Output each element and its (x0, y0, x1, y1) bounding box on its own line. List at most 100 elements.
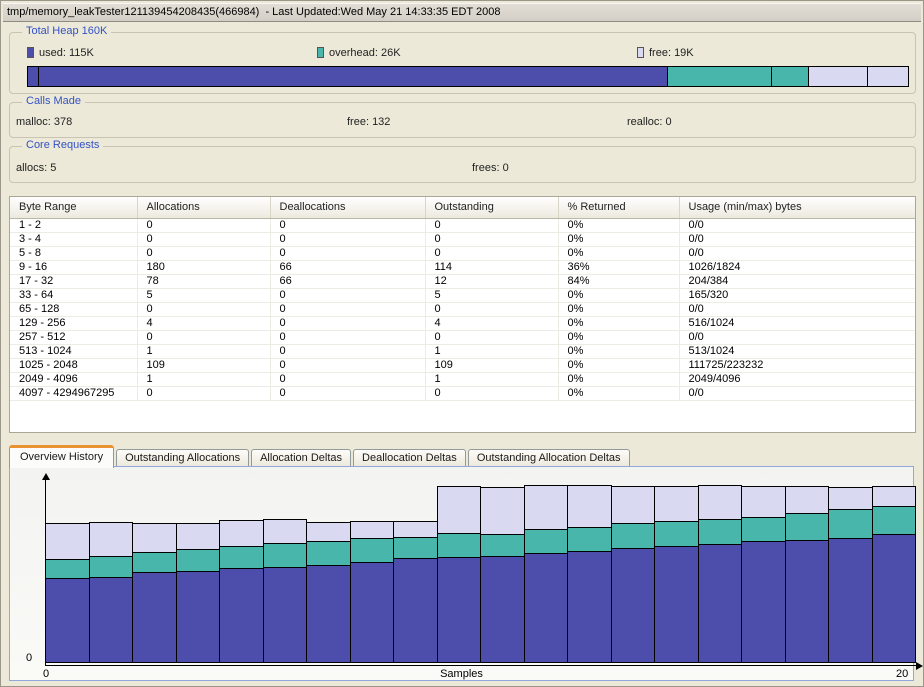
chart-bars (10, 473, 913, 663)
bar-segment-free (219, 520, 264, 547)
bar-segment-free (741, 486, 786, 518)
table-cell: 17 - 32 (10, 274, 137, 288)
allocs-count: allocs: 5 (16, 162, 56, 174)
tab-overview-history[interactable]: Overview History (9, 445, 114, 468)
table-cell: 180 (137, 260, 270, 274)
bar-segment-free (785, 486, 829, 514)
tab-allocation-deltas[interactable]: Allocation Deltas (251, 449, 351, 467)
used-swatch-icon (27, 47, 34, 58)
chart-bar (45, 523, 90, 663)
bar-segment-overhead (176, 549, 220, 572)
table-cell: 516/1024 (679, 316, 915, 330)
table-cell: 109 (137, 358, 270, 372)
core-requests-section: Core Requests allocs: 5 frees: 0 (9, 146, 916, 183)
table-row[interactable]: 129 - 2564040%516/1024 (10, 316, 915, 330)
table-header-row: Byte RangeAllocationsDeallocationsOutsta… (10, 197, 915, 218)
tab-outstanding-allocations[interactable]: Outstanding Allocations (116, 449, 249, 467)
legend-item-overhead: overhead: 26K (317, 47, 401, 60)
bar-segment-overhead (611, 523, 655, 549)
free-count: free: 132 (347, 116, 390, 128)
table-row[interactable]: 17 - 3278661284%204/384 (10, 274, 915, 288)
table-cell: 165/320 (679, 288, 915, 302)
table-row[interactable]: 513 - 10241010%513/1024 (10, 344, 915, 358)
table-cell: 4097 - 4294967295 (10, 386, 137, 400)
table-cell: 0 (137, 302, 270, 316)
table-cell: 0% (558, 288, 679, 302)
table-cell: 12 (425, 274, 558, 288)
table-cell: 0% (558, 218, 679, 232)
table-cell: 0 (137, 232, 270, 246)
bar-segment-free (393, 521, 438, 538)
table-cell: 204/384 (679, 274, 915, 288)
core-requests-title: Core Requests (22, 139, 103, 151)
table-cell: 0 (425, 330, 558, 344)
bar-segment-free (306, 522, 351, 542)
table-cell: 78 (137, 274, 270, 288)
free-swatch-icon (637, 47, 644, 58)
bar-segment-free (132, 523, 177, 553)
bar-segment-overhead (480, 534, 525, 557)
bar-segment-overhead (393, 537, 438, 559)
column-header[interactable]: Usage (min/max) bytes (679, 197, 915, 218)
table-cell: 0% (558, 358, 679, 372)
table-cell: 1026/1824 (679, 260, 915, 274)
heap-segment-free (808, 66, 868, 87)
table-row[interactable]: 2049 - 40961010%2049/4096 (10, 372, 915, 386)
table-cell: 3 - 4 (10, 232, 137, 246)
bar-segment-free (176, 523, 220, 550)
table-cell: 1 (137, 344, 270, 358)
table-row[interactable]: 1 - 20000%0/0 (10, 218, 915, 232)
table-row[interactable]: 65 - 1280000%0/0 (10, 302, 915, 316)
column-header[interactable]: Byte Range (10, 197, 137, 218)
table-cell: 0 (137, 330, 270, 344)
table-row[interactable]: 33 - 645050%165/320 (10, 288, 915, 302)
bar-segment-used (263, 567, 307, 663)
bar-segment-free (263, 519, 307, 544)
bar-segment-used (611, 548, 655, 663)
table-cell: 257 - 512 (10, 330, 137, 344)
table-row[interactable]: 1025 - 204810901090%111725/223232 (10, 358, 915, 372)
column-header[interactable]: Allocations (137, 197, 270, 218)
chart-bar (263, 519, 307, 663)
chart-bar (524, 485, 568, 663)
tab-outstanding-allocation-deltas[interactable]: Outstanding Allocation Deltas (468, 449, 630, 467)
table-cell: 0% (558, 302, 679, 316)
tab-deallocation-deltas[interactable]: Deallocation Deltas (353, 449, 466, 467)
table-cell: 9 - 16 (10, 260, 137, 274)
column-header[interactable]: Outstanding (425, 197, 558, 218)
column-header[interactable]: Deallocations (270, 197, 425, 218)
bar-segment-overhead (350, 538, 394, 563)
memory-profiler-window: { "window": { "title": "tmp/memory_leakT… (0, 0, 924, 687)
table-row[interactable]: 257 - 5120000%0/0 (10, 330, 915, 344)
column-header[interactable]: % Returned (558, 197, 679, 218)
legend-item-used: used: 115K (27, 47, 94, 60)
chart-bar (219, 520, 264, 663)
table-row[interactable]: 4097 - 42949672950000%0/0 (10, 386, 915, 400)
table-cell: 0% (558, 344, 679, 358)
table-cell: 0 (425, 302, 558, 316)
table-row[interactable]: 5 - 80000%0/0 (10, 246, 915, 260)
table-cell: 1 (425, 372, 558, 386)
chart-bar (828, 487, 873, 663)
table-cell: 0 (425, 386, 558, 400)
bar-segment-overhead (263, 543, 307, 568)
y-axis-zero-label: 0 (26, 652, 32, 664)
table-cell: 114 (425, 260, 558, 274)
bar-segment-overhead (132, 552, 177, 573)
bar-segment-overhead (654, 521, 699, 547)
table-row[interactable]: 3 - 40000%0/0 (10, 232, 915, 246)
table-cell: 0 (270, 218, 425, 232)
heap-segment-free (867, 66, 909, 87)
table-cell: 0 (270, 330, 425, 344)
table-cell: 2049/4096 (679, 372, 915, 386)
bar-segment-used (219, 568, 264, 663)
bar-segment-free (654, 486, 699, 522)
bar-segment-used (132, 572, 177, 663)
table-cell: 84% (558, 274, 679, 288)
table-cell: 2049 - 4096 (10, 372, 137, 386)
table-cell: 129 - 256 (10, 316, 137, 330)
table-cell: 0% (558, 386, 679, 400)
table-cell: 111725/223232 (679, 358, 915, 372)
table-row[interactable]: 9 - 161806611436%1026/1824 (10, 260, 915, 274)
table-cell: 66 (270, 274, 425, 288)
